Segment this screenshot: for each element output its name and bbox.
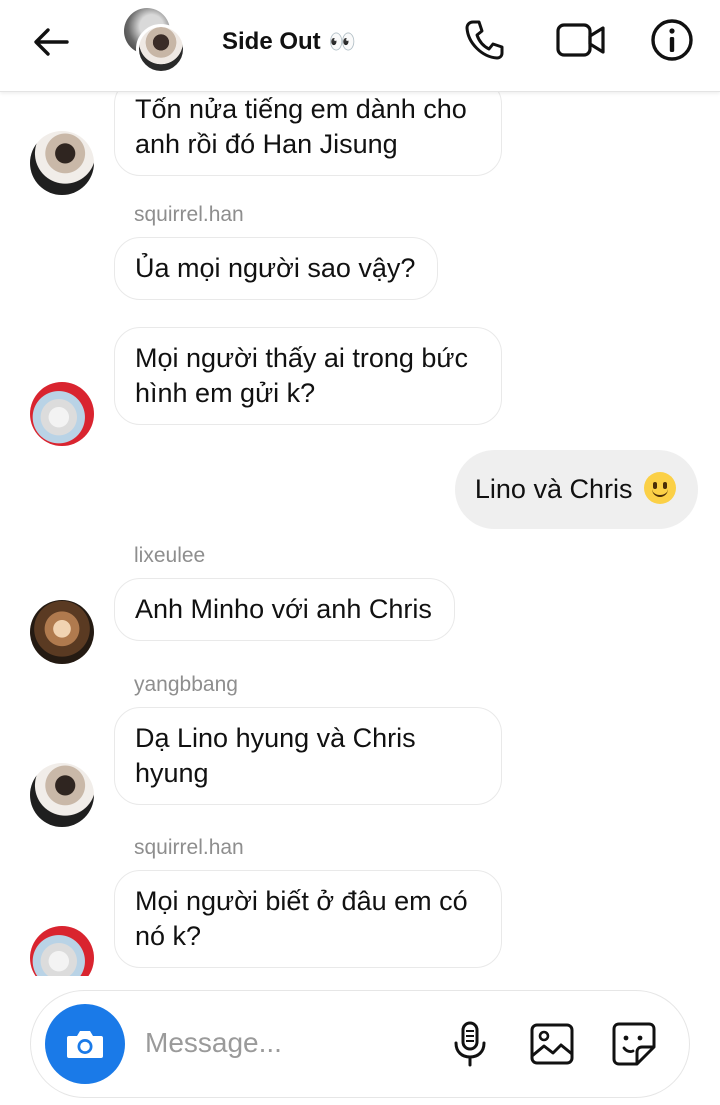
message-bubble[interactable]: Anh Minho với anh Chris (114, 578, 455, 641)
gallery-button[interactable] (527, 1019, 577, 1069)
camera-icon (67, 1031, 103, 1058)
sender-avatar[interactable] (30, 763, 94, 827)
chat-header: Side Out 👀 (0, 0, 720, 92)
chat-title[interactable]: Side Out 👀 (222, 28, 356, 56)
message-composer (30, 990, 690, 1098)
image-icon (530, 1023, 574, 1065)
message-text: Mọi người biết ở đâu em có nó k? (135, 886, 468, 951)
message-input[interactable] (145, 1021, 435, 1065)
camera-button[interactable] (45, 1004, 125, 1084)
message-bubble[interactable]: Tốn nửa tiếng em dành cho anh rồi đó Han… (114, 92, 502, 176)
message-bubble[interactable]: Ủa mọi người sao vậy? (114, 237, 439, 300)
info-button[interactable] (650, 18, 694, 62)
sender-avatar[interactable] (30, 382, 94, 446)
microphone-icon (454, 1021, 486, 1067)
message-bubble[interactable]: Mọi người thấy ai trong bức hình em gửi … (114, 327, 502, 425)
back-button[interactable] (28, 22, 74, 62)
voice-message-button[interactable] (445, 1019, 495, 1069)
chat-title-text: Side Out (222, 28, 321, 55)
group-avatar[interactable] (124, 8, 190, 74)
phone-icon (465, 20, 504, 60)
sender-name: lixeulee (134, 544, 206, 567)
message-text: Dạ Lino hyung và Chris hyung (135, 723, 416, 788)
slightly-smiling-face-icon (644, 472, 676, 504)
sender-avatar[interactable] (30, 131, 94, 195)
message-text: Ủa mọi người sao vậy? (135, 253, 416, 283)
group-avatar-front (136, 24, 186, 74)
sender-avatar[interactable] (30, 926, 94, 976)
info-icon (651, 19, 693, 61)
video-call-button[interactable] (556, 18, 606, 62)
sticker-icon (612, 1022, 656, 1066)
message-bubble[interactable]: Mọi người biết ở đâu em có nó k? (114, 870, 502, 968)
sender-name: squirrel.han (134, 203, 244, 226)
message-text: Anh Minho với anh Chris (135, 594, 432, 624)
sender-avatar[interactable] (30, 600, 94, 664)
message-text: Mọi người thấy ai trong bức hình em gửi … (135, 343, 469, 408)
message-text: Lino và Chris (474, 474, 633, 504)
message-text: Tốn nửa tiếng em dành cho anh rồi đó Han… (135, 94, 467, 159)
sender-name: squirrel.han (134, 836, 244, 859)
sticker-button[interactable] (609, 1019, 659, 1069)
video-camera-icon (556, 23, 605, 57)
message-bubble[interactable]: Dạ Lino hyung và Chris hyung (114, 707, 502, 805)
outgoing-message-bubble[interactable]: Lino và Chris (454, 450, 698, 529)
message-thread[interactable]: Tốn nửa tiếng em dành cho anh rồi đó Han… (0, 92, 720, 976)
arrow-left-icon (34, 28, 69, 56)
call-button[interactable] (462, 18, 506, 62)
eyes-emoji: 👀 (328, 29, 356, 54)
sender-name: yangbbang (134, 673, 238, 696)
